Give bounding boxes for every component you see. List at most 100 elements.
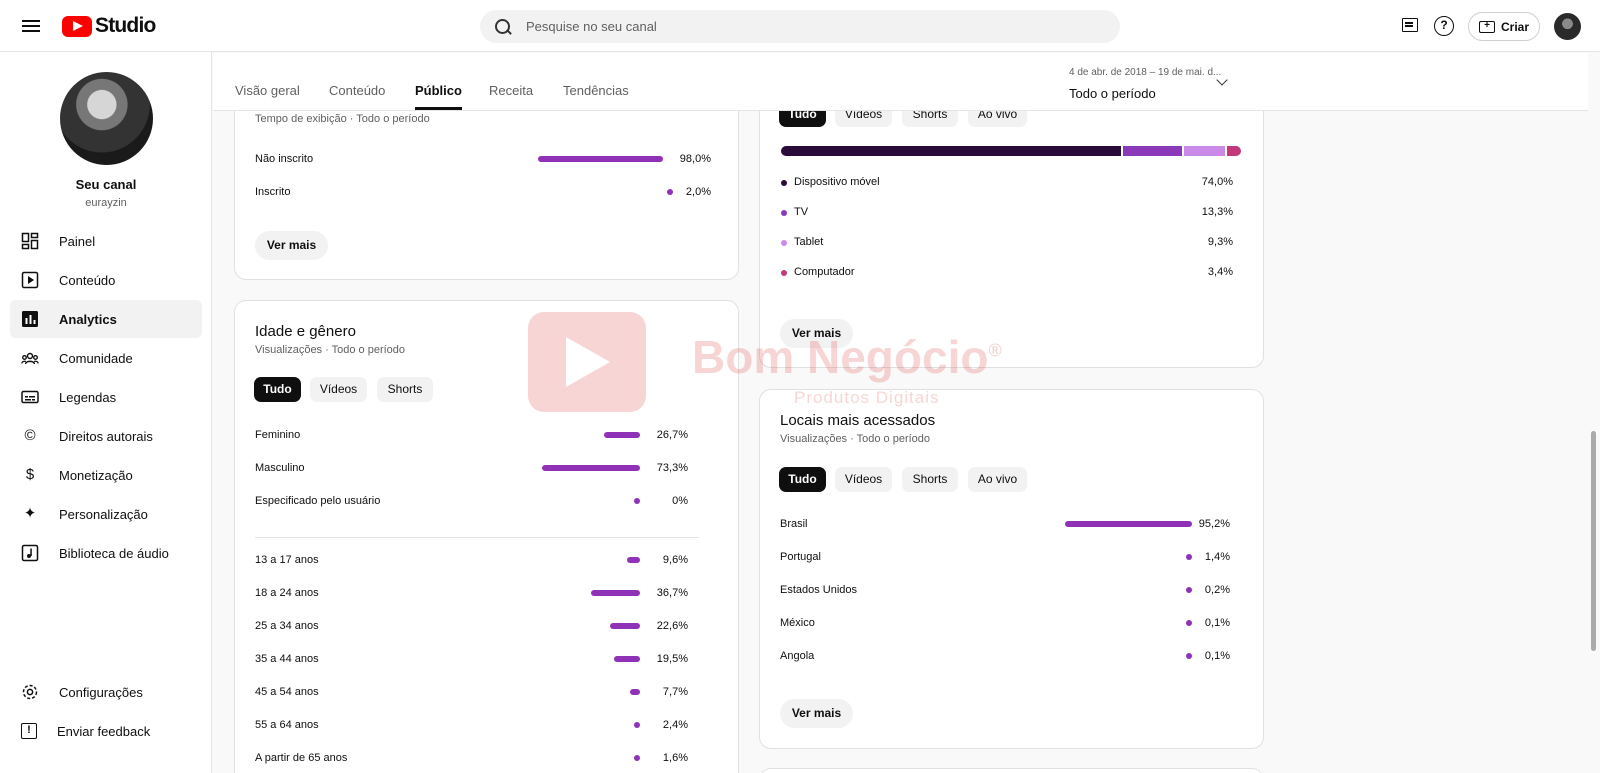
sidebar-item-label: Enviar feedback: [57, 723, 151, 739]
tab-trends[interactable]: Tendências: [563, 83, 629, 110]
row-value: 9,6%: [662, 554, 688, 566]
help-icon[interactable]: ?: [1434, 16, 1454, 36]
search-icon[interactable]: [494, 18, 512, 36]
divider: [255, 537, 699, 538]
filter-chip-all[interactable]: Tudo: [254, 377, 301, 402]
sidebar-item-content[interactable]: Conteúdo: [10, 261, 202, 299]
sidebar-item-label: Analytics: [59, 311, 117, 327]
device-segment[interactable]: [1123, 146, 1182, 156]
device-label: Dispositivo móvel: [794, 176, 880, 188]
sidebar-item-customization[interactable]: ✦ Personalização: [10, 495, 202, 533]
dashboard-icon: [21, 232, 39, 250]
row-label: Inscrito: [255, 186, 291, 198]
tab-revenue[interactable]: Receita: [489, 83, 533, 110]
filter-chip-live[interactable]: Ao vivo: [968, 467, 1027, 492]
row-label: Feminino: [255, 429, 301, 441]
see-more-button[interactable]: Ver mais: [255, 231, 328, 260]
tab-content[interactable]: Conteúdo: [329, 83, 385, 110]
row-value: 2,0%: [685, 186, 711, 198]
sidebar-item-label: Personalização: [59, 506, 148, 522]
device-stacked-bar: [781, 146, 1243, 156]
filter-chip-shorts[interactable]: Shorts: [902, 467, 958, 492]
row-value: 22,6%: [656, 620, 688, 632]
row-label: México: [780, 617, 815, 629]
card-title: Locais mais acessados: [780, 412, 936, 429]
row-bar: [591, 590, 640, 596]
row-label: Brasil: [780, 518, 808, 530]
card-subtitle: Visualizações · Todo o período: [255, 344, 406, 356]
sidebar-item-analytics[interactable]: Analytics: [10, 300, 202, 338]
studio-logo[interactable]: Studio: [62, 14, 156, 38]
studio-app: Studio ? + Criar Seu canal eurayzin Pain…: [0, 0, 1600, 773]
row-bar: [614, 656, 640, 662]
search-bar[interactable]: [480, 10, 1120, 43]
device-segment[interactable]: [1227, 146, 1241, 156]
device-value: 74,0%: [1201, 176, 1233, 188]
comments-icon[interactable]: [1400, 16, 1420, 36]
legend-dot: [781, 270, 787, 276]
channel-name[interactable]: Seu canal: [0, 177, 212, 192]
row-value: 98,0%: [679, 153, 711, 165]
page-scrollbar[interactable]: [1588, 53, 1600, 773]
device-label: Tablet: [794, 236, 824, 248]
row-value: 1,4%: [1204, 551, 1230, 563]
device-value: 9,3%: [1207, 236, 1233, 248]
tab-audience[interactable]: Público: [415, 83, 462, 110]
search-input[interactable]: [526, 19, 1086, 34]
device-segment[interactable]: [781, 146, 1121, 156]
see-more-button[interactable]: Ver mais: [780, 319, 853, 348]
card-subtitle: Visualizações · Todo o período: [780, 433, 931, 445]
filter-chip-all[interactable]: Tudo: [779, 467, 826, 492]
date-range-dates: 4 de abr. de 2018 – 19 de mai. d...: [1069, 67, 1222, 78]
row-value: 36,7%: [656, 587, 688, 599]
age-gender-card: Idade e gênero Visualizações · Todo o pe…: [234, 300, 739, 773]
row-label: 45 a 54 anos: [255, 686, 319, 698]
sidebar-item-label: Comunidade: [59, 350, 133, 366]
legend-dot: [781, 240, 787, 246]
row-label: 18 a 24 anos: [255, 587, 319, 599]
sidebar-item-subtitles[interactable]: Legendas: [10, 378, 202, 416]
sidebar-item-label: Configurações: [59, 684, 143, 700]
legend-dot: [781, 210, 787, 216]
sidebar-item-monetization[interactable]: $ Monetização: [10, 456, 202, 494]
sidebar-item-dashboard[interactable]: Painel: [10, 222, 202, 260]
device-type-card: Tudo Vídeos Shorts Ao vivo Dispositivo m…: [759, 90, 1264, 368]
channel-avatar[interactable]: [60, 72, 153, 165]
row-label: Masculino: [255, 462, 305, 474]
row-bar: [542, 465, 640, 471]
row-label: Estados Unidos: [780, 584, 858, 596]
row-value: 7,7%: [662, 686, 688, 698]
copyright-icon: ©: [24, 427, 36, 444]
filter-chip-videos[interactable]: Vídeos: [310, 377, 367, 402]
row-label: 35 a 44 anos: [255, 653, 319, 665]
filter-chip-shorts[interactable]: Shorts: [377, 377, 433, 402]
legend-dot: [781, 180, 787, 186]
next-card: [759, 768, 1264, 773]
sidebar-item-settings[interactable]: Configurações: [10, 673, 202, 711]
scrollbar-thumb[interactable]: [1591, 431, 1596, 651]
sidebar-item-audio-library[interactable]: Biblioteca de áudio: [10, 534, 202, 572]
sidebar-item-community[interactable]: Comunidade: [10, 339, 202, 377]
customization-icon: ✦: [23, 505, 37, 522]
device-label: TV: [794, 206, 809, 218]
device-segment[interactable]: [1184, 146, 1225, 156]
row-label: A partir de 65 anos: [255, 752, 348, 764]
filter-chip-videos[interactable]: Vídeos: [835, 467, 892, 492]
row-value: 2,4%: [662, 719, 688, 731]
create-button[interactable]: + Criar: [1468, 12, 1540, 41]
account-avatar[interactable]: [1554, 13, 1581, 40]
menu-icon[interactable]: [22, 15, 42, 37]
see-more-button[interactable]: Ver mais: [780, 699, 853, 728]
sidebar-item-label: Biblioteca de áudio: [59, 545, 169, 561]
tab-overview[interactable]: Visão geral: [235, 83, 300, 110]
sidebar-item-feedback[interactable]: ! Enviar feedback: [10, 712, 202, 750]
row-label: Portugal: [780, 551, 821, 563]
row-value: 0,2%: [1204, 584, 1230, 596]
audio-library-icon: [21, 544, 39, 562]
row-value: 1,6%: [662, 752, 688, 764]
monetization-icon: $: [25, 466, 35, 483]
row-label: Angola: [780, 650, 815, 662]
device-label: Computador: [794, 266, 855, 278]
date-range-selector[interactable]: 4 de abr. de 2018 – 19 de mai. d... Todo…: [1069, 67, 1221, 101]
sidebar-item-copyright[interactable]: © Direitos autorais: [10, 417, 202, 455]
